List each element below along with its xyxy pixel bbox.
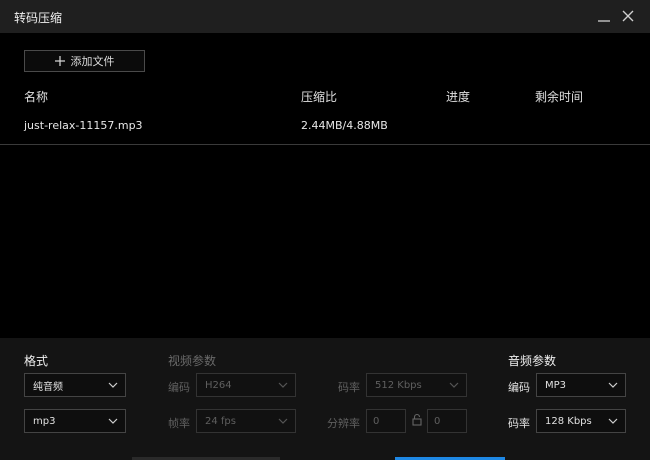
format-heading: 格式 — [24, 354, 49, 368]
format-type-select[interactable]: 纯音频 — [24, 373, 126, 397]
close-button[interactable] — [617, 6, 639, 28]
window-title: 转码压缩 — [14, 11, 63, 25]
plus-icon — [54, 56, 65, 66]
compression-ratio-cell: 2.44MB/4.88MB — [301, 119, 388, 132]
audio-bitrate-label: 码率 — [508, 417, 530, 430]
video-bitrate-value: 512 Kbps — [375, 379, 422, 391]
video-params-heading: 视频参数 — [168, 354, 217, 368]
audio-codec-value: MP3 — [545, 379, 567, 391]
minimize-button[interactable] — [593, 6, 615, 28]
chevron-down-icon — [608, 382, 618, 388]
add-file-label: 添加文件 — [70, 55, 115, 68]
chevron-down-icon — [278, 382, 288, 388]
video-codec-select[interactable]: H264 — [196, 373, 296, 397]
lock-icon[interactable] — [411, 413, 423, 430]
table-divider — [0, 144, 650, 145]
resolution-height-value: 0 — [434, 415, 441, 427]
video-bitrate-select[interactable]: 512 Kbps — [366, 373, 467, 397]
format-container-select[interactable]: mp3 — [24, 409, 126, 433]
video-fps-select[interactable]: 24 fps — [196, 409, 296, 433]
audio-bitrate-value: 128 Kbps — [545, 415, 592, 427]
chevron-down-icon — [449, 382, 459, 388]
video-fps-value: 24 fps — [205, 415, 236, 427]
chevron-down-icon — [108, 418, 118, 424]
resolution-width-input[interactable]: 0 — [366, 409, 406, 433]
video-codec-label: 编码 — [168, 381, 190, 394]
audio-codec-label: 编码 — [508, 381, 530, 394]
video-bitrate-label: 码率 — [338, 381, 360, 394]
column-header-progress[interactable]: 进度 — [446, 88, 470, 105]
video-codec-value: H264 — [205, 379, 232, 391]
chevron-down-icon — [108, 382, 118, 388]
add-file-button[interactable]: 添加文件 — [24, 50, 145, 72]
column-header-remaining[interactable]: 剩余时间 — [535, 88, 583, 105]
title-bar — [0, 0, 650, 33]
minimize-icon — [598, 20, 610, 22]
resolution-height-input[interactable]: 0 — [427, 409, 467, 433]
audio-codec-select[interactable]: MP3 — [536, 373, 626, 397]
audio-bitrate-select[interactable]: 128 Kbps — [536, 409, 626, 433]
chevron-down-icon — [278, 418, 288, 424]
format-type-value: 纯音频 — [33, 381, 63, 393]
video-fps-label: 帧率 — [168, 417, 190, 430]
column-header-ratio[interactable]: 压缩比 — [301, 88, 337, 105]
video-resolution-label: 分辨率 — [327, 417, 360, 430]
resolution-width-value: 0 — [373, 415, 380, 427]
audio-params-heading: 音频参数 — [508, 354, 557, 368]
close-icon — [622, 10, 634, 22]
format-container-value: mp3 — [33, 415, 56, 427]
file-name-cell: just-relax-11157.mp3 — [24, 119, 143, 132]
chevron-down-icon — [608, 418, 618, 424]
column-header-name[interactable]: 名称 — [24, 88, 48, 105]
